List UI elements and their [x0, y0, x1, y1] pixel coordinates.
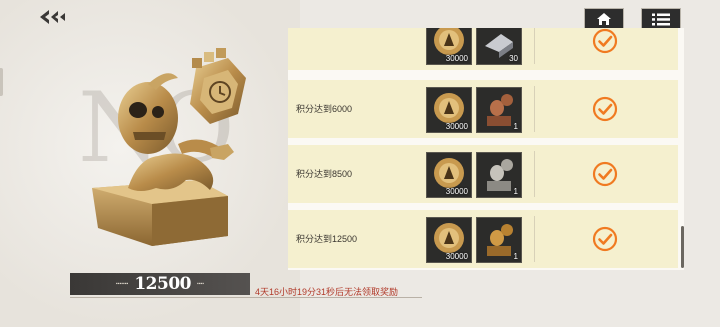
side-handle[interactable] — [0, 68, 3, 96]
item-qty: 30000 — [445, 252, 468, 261]
reward-item-statue[interactable]: 1 — [476, 87, 522, 133]
item-qty: 1 — [513, 122, 518, 131]
score-caption-right: ▪▪▪▪ — [196, 281, 205, 287]
item-qty: 30000 — [445, 122, 468, 131]
item-qty: 30000 — [445, 187, 468, 196]
score-display: ▪▪▪▪▪▪▪ 12500 ▪▪▪▪ — [70, 273, 250, 295]
back-arrow-icon — [40, 10, 65, 24]
reward-row: 积分达到6000 30000 1 — [288, 80, 678, 138]
claimed-check-icon — [592, 161, 618, 187]
reward-list[interactable]: 30000 30 积分达到6000 30000 1 积分达到8500 30000… — [288, 28, 684, 270]
reward-row-label: 积分达到6000 — [296, 104, 353, 114]
score-value: 12500 — [134, 274, 191, 294]
trophy-statue-image — [92, 48, 246, 246]
reward-row-label: 积分达到8500 — [296, 169, 353, 179]
reward-item-material[interactable]: 30 — [476, 28, 522, 65]
home-icon — [597, 13, 611, 25]
row-divider — [534, 216, 535, 262]
reward-item-coin[interactable]: 30000 — [426, 217, 472, 263]
reward-item-coin[interactable]: 30000 — [426, 28, 472, 65]
reward-item-coin[interactable]: 30000 — [426, 87, 472, 133]
item-qty: 1 — [513, 187, 518, 196]
reward-item-statue[interactable]: 1 — [476, 152, 522, 198]
row-divider — [534, 86, 535, 132]
row-divider — [534, 151, 535, 197]
reward-row: 30000 30 — [288, 28, 678, 70]
list-icon — [652, 13, 670, 25]
reward-item-coin[interactable]: 30000 — [426, 152, 472, 198]
claimed-check-icon — [592, 28, 618, 54]
reward-item-statue[interactable]: 1 — [476, 217, 522, 263]
item-qty: 30 — [509, 54, 518, 63]
score-caption-left: ▪▪▪▪▪▪▪ — [115, 281, 129, 287]
item-qty: 30000 — [445, 54, 468, 63]
reward-row: 积分达到12500 30000 1 — [288, 210, 678, 268]
reward-row-label: 积分达到12500 — [296, 234, 358, 244]
menu-button[interactable] — [641, 8, 681, 30]
countdown-text: 4天16小时19分31秒后无法领取奖励 — [255, 287, 399, 297]
item-qty: 1 — [513, 252, 518, 261]
reward-row: 积分达到8500 30000 1 — [288, 145, 678, 203]
claimed-check-icon — [592, 226, 618, 252]
home-button[interactable] — [584, 8, 624, 30]
scrollbar[interactable] — [681, 226, 684, 268]
claimed-check-icon — [592, 96, 618, 122]
back-button[interactable] — [36, 6, 72, 28]
row-divider — [534, 28, 535, 64]
